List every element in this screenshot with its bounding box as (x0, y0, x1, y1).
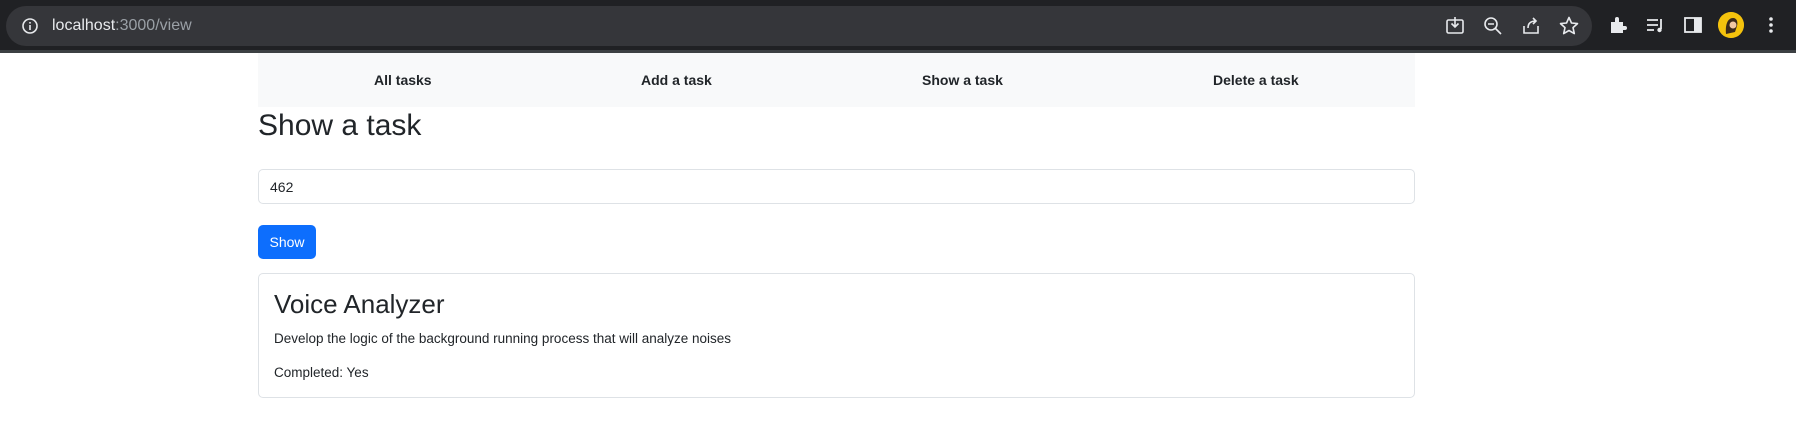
nav-delete-task[interactable]: Delete a task (1213, 71, 1299, 89)
side-panel-icon[interactable] (1682, 14, 1704, 36)
top-navbar: All tasks Add a task Show a task Delete … (258, 53, 1415, 107)
task-title: Voice Analyzer (274, 289, 445, 319)
nav-add-task[interactable]: Add a task (641, 71, 712, 89)
bookmark-star-icon[interactable] (1558, 15, 1580, 37)
show-button[interactable]: Show (258, 225, 316, 259)
url-path: :3000/view (115, 17, 192, 34)
profile-avatar[interactable] (1718, 12, 1744, 38)
url-host: localhost (52, 17, 116, 34)
extensions-icon[interactable] (1607, 14, 1629, 36)
url-text[interactable]: localhost:3000/view (52, 16, 192, 36)
page-title: Show a task (258, 109, 422, 142)
nav-all-tasks[interactable]: All tasks (374, 71, 432, 89)
reading-list-icon[interactable] (1644, 14, 1666, 36)
browser-toolbar: localhost:3000/view (0, 0, 1796, 50)
avatar-image (1718, 12, 1744, 38)
task-card: Voice Analyzer Develop the logic of the … (258, 273, 1415, 398)
task-id-input[interactable] (258, 169, 1415, 204)
install-icon[interactable] (1444, 15, 1466, 37)
zoom-out-icon[interactable] (1482, 15, 1504, 37)
address-bar[interactable]: localhost:3000/view (6, 6, 1592, 46)
nav-show-task[interactable]: Show a task (922, 71, 1003, 89)
menu-dots-icon[interactable] (1760, 14, 1782, 36)
share-icon[interactable] (1520, 15, 1542, 37)
info-icon[interactable] (21, 17, 39, 35)
task-description: Develop the logic of the background runn… (274, 331, 732, 346)
task-completed-status: Completed: Yes (274, 365, 369, 380)
